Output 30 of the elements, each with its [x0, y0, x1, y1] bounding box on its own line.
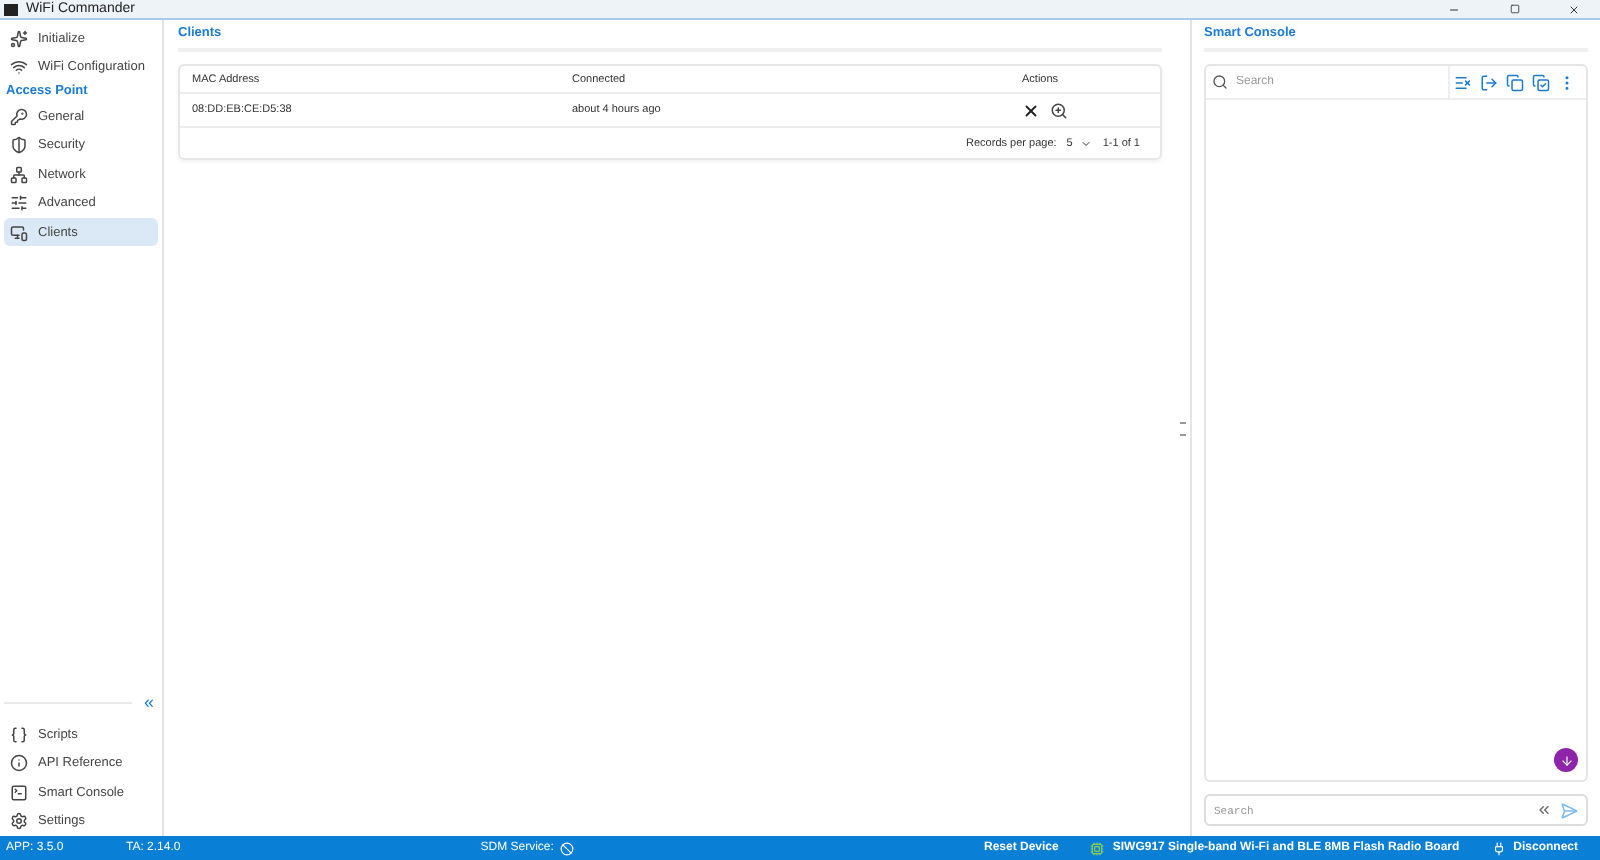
history-icon[interactable]	[1536, 802, 1552, 818]
app-logo-icon	[4, 3, 18, 15]
export-icon[interactable]	[1480, 73, 1498, 91]
arrow-down-icon	[1559, 753, 1573, 767]
maximize-icon[interactable]	[1509, 4, 1519, 14]
info-icon	[10, 754, 28, 772]
copy-icon[interactable]	[1506, 73, 1524, 91]
clear-list-icon[interactable]	[1454, 73, 1472, 91]
wifi-icon	[10, 58, 28, 76]
key-icon	[10, 107, 28, 125]
scroll-down-button[interactable]	[1554, 748, 1578, 772]
terminal-icon	[10, 783, 28, 801]
copy-check-icon[interactable]	[1532, 73, 1550, 91]
settings-icon	[10, 812, 28, 830]
collapse-button[interactable]: «	[139, 694, 158, 712]
caret-icon[interactable]	[1080, 137, 1093, 149]
network-icon	[10, 165, 28, 183]
braces-icon	[10, 725, 28, 743]
disabled-icon	[559, 841, 574, 855]
close-icon[interactable]	[1022, 101, 1040, 119]
sliders-icon	[10, 194, 28, 212]
chip-icon	[1090, 841, 1105, 855]
search-icon	[1212, 74, 1228, 90]
sparkle-icon	[10, 29, 28, 47]
shield-icon	[10, 136, 28, 154]
devices-icon	[10, 223, 28, 241]
close-icon[interactable]	[1568, 3, 1580, 15]
plug-icon	[1491, 841, 1506, 855]
zoom-icon[interactable]	[1050, 101, 1068, 119]
minimize-icon[interactable]	[1448, 3, 1460, 15]
